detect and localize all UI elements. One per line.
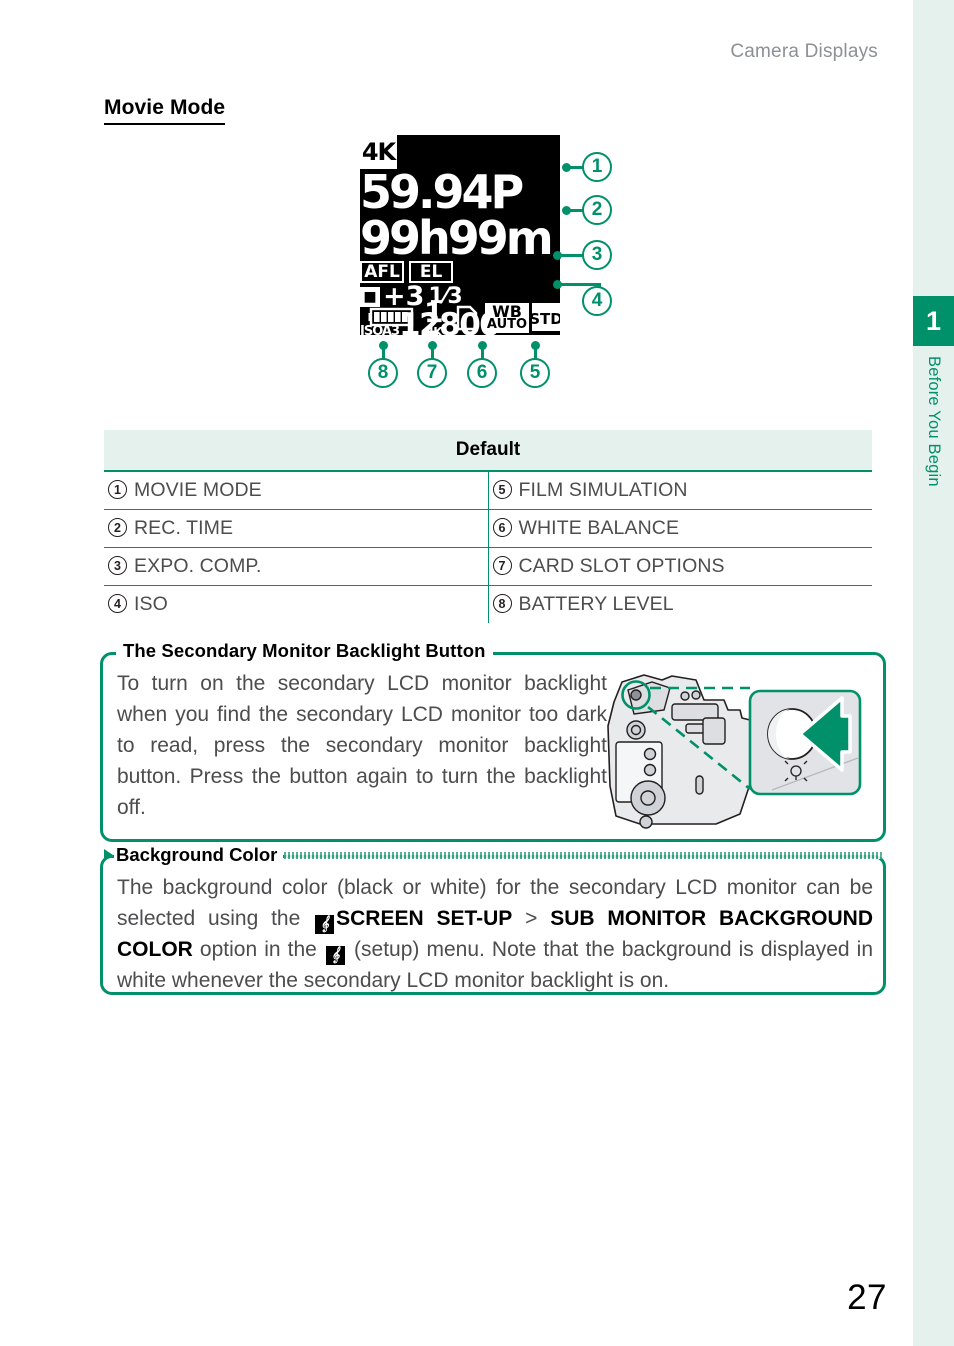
callout-7: 7 bbox=[417, 358, 447, 388]
card-slot-indicator: 1 4K bbox=[424, 296, 444, 335]
card-slot-number: 1 bbox=[424, 296, 444, 329]
page-title: Movie Mode bbox=[104, 96, 226, 125]
callout-5: 5 bbox=[520, 358, 550, 388]
table-cell-item-2: 2 REC. TIME bbox=[104, 509, 489, 548]
chapter-number-badge: 1 bbox=[913, 296, 954, 346]
callout-1: 1 bbox=[582, 152, 612, 182]
white-balance-mode: AUTO bbox=[486, 317, 528, 333]
table-row: 2 REC. TIME 6 WHITE BALANCE bbox=[104, 509, 872, 548]
item-number-3: 3 bbox=[108, 556, 127, 576]
table-cell-item-6: 6 WHITE BALANCE bbox=[488, 509, 872, 548]
item-number-4: 4 bbox=[108, 594, 127, 614]
white-balance-indicator: WB AUTO bbox=[485, 303, 529, 333]
item-number-8: 8 bbox=[492, 594, 512, 614]
secondary-lcd-screen: 4K 59.94P 99h99m AFL EL ■ +3 1 ⁄ 3 ISOA3… bbox=[360, 135, 560, 335]
battery-level-icon bbox=[368, 307, 416, 331]
item-label-8: BATTERY LEVEL bbox=[518, 593, 674, 615]
running-head: Camera Displays bbox=[730, 41, 878, 62]
setup-menu-icon-2: 𝄞 bbox=[325, 946, 345, 965]
film-simulation-label: STD bbox=[532, 310, 560, 328]
note-background-color-titlebar: Background Color bbox=[104, 842, 882, 868]
ae-lock-indicator: EL bbox=[409, 261, 454, 283]
callout-5-number: 5 bbox=[529, 362, 541, 383]
frame-rate-value: 59.94P bbox=[360, 165, 524, 219]
item-number-1: 1 bbox=[108, 480, 127, 500]
callout-1-number: 1 bbox=[591, 156, 603, 177]
table-header-row: Default bbox=[104, 430, 872, 472]
note-title-rule bbox=[284, 851, 882, 859]
setup-menu-icon: 𝄞 bbox=[315, 915, 335, 934]
item-number-2: 2 bbox=[108, 518, 127, 538]
lcd-diagram: 4K 59.94P 99h99m AFL EL ■ +3 1 ⁄ 3 ISOA3… bbox=[360, 135, 574, 340]
item-label-3: EXPO. COMP. bbox=[134, 555, 262, 577]
note-bg-bold-1: SCREEN SET-UP bbox=[336, 907, 513, 930]
movie-quality-badge: 4K bbox=[360, 135, 397, 169]
table-cell-item-1: 1 MOVIE MODE bbox=[104, 471, 489, 510]
table-cell-item-7: 7 CARD SLOT OPTIONS bbox=[488, 547, 872, 586]
note-background-color-body: The background color (black or white) fo… bbox=[117, 872, 873, 996]
item-label-5: FILM SIMULATION bbox=[518, 479, 688, 501]
exposure-comp-icon: ■ bbox=[360, 286, 380, 307]
item-label-1: MOVIE MODE bbox=[134, 479, 262, 501]
table-header-default: Default bbox=[104, 430, 872, 472]
exposure-comp-value: +3 bbox=[383, 281, 425, 312]
item-label-6: WHITE BALANCE bbox=[518, 517, 680, 539]
default-settings-table: Default 1 MOVIE MODE 5 FILM SIMULATION 2 RE… bbox=[104, 430, 872, 623]
callout-6-number: 6 bbox=[476, 362, 488, 383]
callout-4: 4 bbox=[582, 286, 612, 316]
callout-3: 3 bbox=[582, 240, 612, 270]
callout-6: 6 bbox=[467, 358, 497, 388]
note-backlight-body: To turn on the secondary LCD monitor bac… bbox=[117, 672, 607, 819]
table-cell-item-8: 8 BATTERY LEVEL bbox=[488, 586, 872, 624]
note-backlight-title: The Secondary Monitor Backlight Button bbox=[116, 640, 493, 662]
table-cell-item-3: 3 EXPO. COMP. bbox=[104, 547, 489, 586]
chapter-side-band bbox=[913, 0, 954, 1346]
table-cell-item-5: 5 FILM SIMULATION bbox=[488, 471, 872, 510]
table-row: 3 EXPO. COMP. 7 CARD SLOT OPTIONS bbox=[104, 547, 872, 586]
callout-2-number: 2 bbox=[591, 199, 603, 220]
item-number-7: 7 bbox=[492, 556, 512, 576]
callout-7-number: 7 bbox=[426, 362, 438, 383]
table-cell-item-4: 4 ISO bbox=[104, 585, 489, 623]
callout-leader-3 bbox=[557, 254, 584, 257]
callout-4-number: 4 bbox=[591, 290, 603, 311]
af-lock-indicator: AFL bbox=[360, 261, 404, 283]
table-row: 4 ISO 8 BATTERY LEVEL bbox=[104, 585, 872, 624]
item-label-4: ISO bbox=[134, 593, 168, 615]
sd-card-icon bbox=[456, 305, 478, 335]
item-number-6: 6 bbox=[492, 518, 512, 538]
item-label-7: CARD SLOT OPTIONS bbox=[518, 555, 725, 577]
note-background-color-title: Background Color bbox=[114, 844, 284, 866]
film-simulation-indicator: STD bbox=[529, 303, 560, 331]
chapter-name-vertical: Before You Begin bbox=[913, 352, 954, 612]
page-number: 27 bbox=[847, 1278, 887, 1317]
item-number-5: 5 bbox=[492, 480, 512, 500]
item-label-2: REC. TIME bbox=[134, 517, 234, 539]
note-bg-separator: > bbox=[512, 907, 551, 930]
callout-3-number: 3 bbox=[591, 244, 603, 265]
card-slot-sublabel: 4K bbox=[425, 324, 443, 335]
callout-2: 2 bbox=[582, 195, 612, 225]
camera-backlight-button-illustration bbox=[600, 666, 882, 834]
callout-8-number: 8 bbox=[377, 362, 389, 383]
note-bg-text-2: option in the bbox=[192, 938, 324, 961]
callout-8: 8 bbox=[368, 358, 398, 388]
chapter-name-text: Before You Begin bbox=[925, 356, 943, 487]
triangle-marker-icon bbox=[104, 849, 113, 861]
table-row: 1 MOVIE MODE 5 FILM SIMULATION bbox=[104, 471, 872, 510]
rec-time-value: 99h99m bbox=[360, 211, 554, 265]
